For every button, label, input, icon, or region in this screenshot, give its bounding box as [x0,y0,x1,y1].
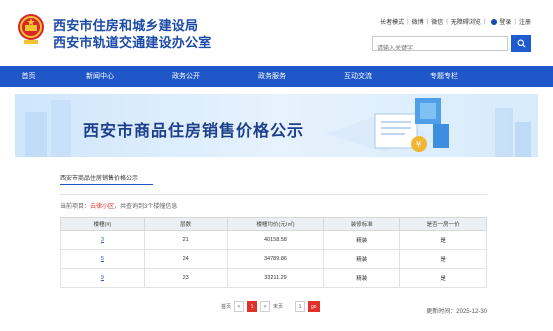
pagination: 首页 < 1 > 末页 1 go [221,301,320,312]
table-cell: 23 [143,268,228,288]
tab-active-underline [60,184,153,185]
col-avg-price: 楼幢均价(元/㎡) [226,217,325,231]
nav-news[interactable]: 新闻中心 [57,66,143,87]
weibo-link[interactable]: 微博 [412,17,424,26]
login-link[interactable]: 登录 [499,17,511,26]
table-cell: 24 [143,249,228,269]
table-cell: 34789.86 [226,249,325,269]
accessibility-link[interactable]: 无障碍浏览 [451,17,481,26]
col-decoration: 装修标准 [323,217,401,231]
search-box [372,36,508,56]
user-icon [491,18,498,25]
search-button[interactable] [511,35,531,52]
table-row: 9 23 33211.29 精装 是 [60,268,487,288]
elder-mode-link[interactable]: 长者模式 [380,17,404,26]
site-title-line2: 西安市轨道交通建设办公室 [53,35,212,50]
nav-home[interactable]: 首页 [0,66,57,87]
main-nav: 首页 新闻中心 政务公开 政务服务 互动交流 专题专栏 [0,66,553,87]
last-page-button[interactable]: 末页 [273,303,283,310]
table-row: 5 24 34789.86 精装 是 [60,249,487,269]
go-button[interactable]: go [308,301,320,312]
tab-divider [60,194,487,195]
nav-gov-services[interactable]: 政务服务 [229,66,315,87]
project-suffix: ，共查询到3个楼幢信息 [114,204,178,210]
col-floors: 层数 [143,217,228,231]
national-emblem-icon [18,14,44,44]
nav-gov-affairs[interactable]: 政务公开 [143,66,229,87]
table-cell: 精装 [323,230,401,250]
building-price-table: 楼幢(#) 层数 楼幢均价(元/㎡) 装修标准 是否一房一价 3 21 4015… [60,217,487,288]
project-summary: 当前项目：云律小区，共查询到3个楼幢信息 [60,201,177,210]
update-time: 更新时间：2025-12-30 [426,309,487,315]
current-page[interactable]: 1 [247,301,258,312]
table-header-row: 楼幢(#) 层数 楼幢均价(元/㎡) 装修标准 是否一房一价 [60,217,487,231]
wechat-link[interactable]: 微信 [431,17,443,26]
table-cell: 21 [143,230,228,250]
banner-title: 西安市商品住房销售价格公示 [83,123,305,140]
table-cell: 40158.58 [226,230,325,250]
col-one-price: 是否一房一价 [399,217,487,231]
table-row: 3 21 40158.58 精装 是 [60,230,487,250]
project-name: 云律小区 [90,204,115,210]
site-header: 西安市住房和城乡建设局 西安市轨道交通建设办公室 长者模式 | 微博 | 微信 … [0,0,553,66]
tab-price-publicity[interactable]: 西安市商品住房销售价格公示 [60,173,138,182]
table-cell: 精装 [323,268,401,288]
table-cell: 33211.29 [226,268,325,288]
nav-topics[interactable]: 专题专栏 [401,66,487,87]
table-cell: 是 [399,268,487,288]
building-link[interactable]: 5 [60,249,145,269]
table-cell: 精装 [323,249,401,269]
building-link[interactable]: 3 [60,230,145,250]
next-page-button[interactable]: > [260,301,271,312]
table-cell: 是 [399,249,487,269]
page-jump-input[interactable]: 1 [295,301,306,312]
table-cell: 是 [399,230,487,250]
nav-interaction[interactable]: 互动交流 [315,66,401,87]
first-page-button[interactable]: 首页 [221,303,231,310]
register-link[interactable]: 注册 [519,17,531,26]
project-prefix: 当前项目： [60,204,91,210]
search-icon [517,39,526,48]
svg-text:¥: ¥ [416,140,421,149]
search-input[interactable] [373,42,507,56]
building-link[interactable]: 9 [60,268,145,288]
top-links: 长者模式 | 微博 | 微信 | 无障碍浏览 | 登录 | 注册 [380,17,531,26]
col-building: 楼幢(#) [60,217,145,231]
prev-page-button[interactable]: < [234,301,245,312]
page-banner: ¥ 西安市商品住房销售价格公示 [15,94,538,157]
